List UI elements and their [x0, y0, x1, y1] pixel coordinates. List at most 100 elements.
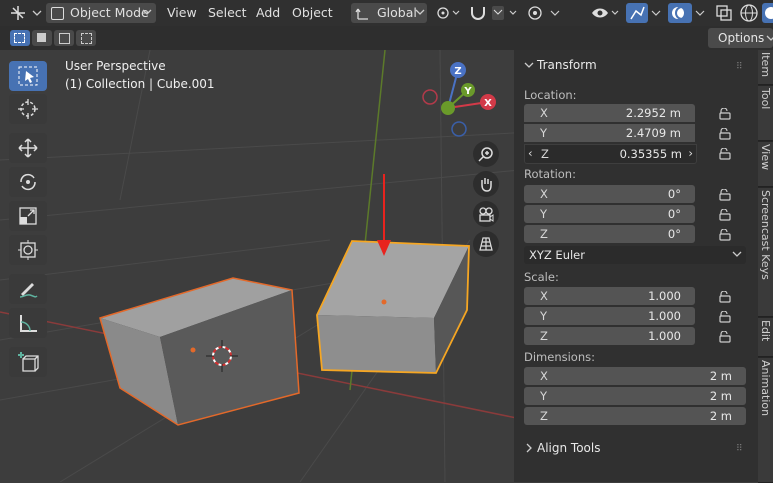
chevron-down-icon[interactable] [524, 60, 534, 70]
tool-move[interactable] [9, 133, 47, 163]
wireframe-sphere-icon [740, 4, 758, 22]
select-subtract-button[interactable] [54, 30, 74, 46]
tab-item[interactable]: Item [758, 50, 773, 85]
overlays-dropdown[interactable] [694, 3, 706, 23]
dimensions-y-field[interactable]: Y2 m [524, 387, 746, 405]
rotation-label: Rotation: [524, 167, 576, 181]
visibility-button[interactable] [590, 3, 624, 23]
tab-animation[interactable]: Animation [758, 358, 773, 483]
editor-type-icon [11, 6, 42, 20]
lock-icon[interactable] [717, 107, 731, 120]
dimensions-z-field[interactable]: Z2 m [524, 407, 746, 425]
gizmo-toggle-button[interactable] [626, 3, 648, 23]
rotation-mode-dropdown[interactable]: XYZ Euler [524, 246, 746, 264]
proportional-editing-button[interactable] [525, 3, 573, 23]
chevron-down-icon [732, 251, 742, 257]
scale-y-field[interactable]: Y 1.000 [524, 307, 695, 325]
tool-add-cube[interactable] [9, 347, 47, 377]
rotation-y-field[interactable]: Y 0° [524, 205, 695, 223]
gizmo-z-label: Z [454, 66, 461, 77]
overlays-toggle-button[interactable] [668, 3, 692, 23]
sidebar-tabs: Item Tool View Screencast Keys Edit Anim… [758, 50, 773, 483]
add-cube-icon [18, 352, 39, 372]
location-x-field[interactable]: X 2.2952 m [524, 104, 695, 122]
view-perspective-label: User Perspective [65, 59, 166, 73]
location-label: Location: [524, 88, 577, 102]
increment-arrow-icon[interactable]: › [688, 146, 693, 160]
camera-view-button[interactable] [473, 201, 499, 227]
gizmo-dropdown[interactable] [650, 3, 662, 23]
tool-rotate[interactable] [9, 167, 47, 197]
overlays-icon [672, 6, 689, 20]
tool-scale[interactable] [9, 201, 47, 231]
tool-annotate[interactable] [9, 274, 47, 304]
rotation-x-field[interactable]: X 0° [524, 185, 695, 203]
menu-object[interactable]: Object [292, 3, 333, 23]
pivot-point-button[interactable] [435, 3, 463, 23]
tool-cursor[interactable] [9, 94, 47, 124]
location-y-field[interactable]: Y 2.4709 m [524, 124, 695, 142]
tool-measure[interactable] [9, 308, 47, 338]
pan-button[interactable] [473, 171, 499, 197]
rotate-icon [20, 173, 36, 191]
editor-type-button[interactable] [6, 3, 42, 23]
lock-icon[interactable] [717, 208, 731, 221]
tab-view[interactable]: View [758, 142, 773, 187]
cube-001-object[interactable] [316, 240, 470, 374]
cursor-icon [18, 99, 38, 119]
select-extend-button[interactable] [32, 30, 52, 46]
options-dropdown[interactable]: Options [708, 28, 773, 48]
lock-icon[interactable] [717, 290, 731, 303]
move-icon [18, 138, 38, 158]
location-z-field[interactable]: ‹ Z 0.35355 m › [524, 144, 697, 164]
shading-wireframe-button[interactable] [738, 3, 760, 23]
xray-toggle-button[interactable] [714, 3, 734, 23]
rotation-z-field[interactable]: Z 0° [524, 225, 695, 243]
sidebar-panel: Transform ⠿ Location: X 2.2952 m Y 2.4709 … [514, 50, 758, 482]
menu-view[interactable]: View [167, 3, 197, 23]
orientation-dropdown[interactable]: Global [351, 3, 427, 23]
decrement-arrow-icon[interactable]: ‹ [528, 146, 533, 160]
menu-select[interactable]: Select [208, 3, 247, 23]
shading-solid-button[interactable] [762, 3, 773, 23]
drag-handle-icon[interactable]: ⠿ [736, 62, 743, 72]
lock-icon[interactable] [717, 127, 731, 140]
tool-transform[interactable] [9, 235, 47, 265]
lock-icon[interactable] [717, 330, 731, 343]
snap-button[interactable] [468, 3, 520, 23]
cube-object[interactable] [99, 277, 300, 426]
scale-z-field[interactable]: Z 1.000 [524, 327, 695, 345]
menu-add[interactable]: Add [256, 3, 280, 23]
tab-tool[interactable]: Tool [758, 86, 773, 141]
tab-edit[interactable]: Edit [758, 318, 773, 357]
chevron-down-icon [415, 9, 425, 15]
scale-icon [19, 207, 37, 225]
active-collection-label: (1) Collection | Cube.001 [65, 77, 215, 91]
zoom-in-icon [478, 147, 493, 162]
mode-dropdown[interactable]: Object Mode [46, 3, 156, 23]
chevron-down-icon [142, 9, 152, 15]
transform-panel-title[interactable]: Transform [537, 58, 597, 72]
dimensions-label: Dimensions: [524, 350, 595, 364]
mode-label: Object Mode [70, 5, 149, 20]
align-tools-panel-title[interactable]: Align Tools [537, 441, 600, 455]
zoom-button[interactable] [473, 141, 499, 167]
lock-icon[interactable] [717, 228, 731, 241]
perspective-toggle-button[interactable] [473, 231, 499, 257]
select-new-button[interactable] [10, 30, 30, 46]
tab-screencast-keys[interactable]: Screencast Keys [758, 188, 773, 317]
lock-icon[interactable] [717, 188, 731, 201]
scale-x-field[interactable]: X 1.000 [524, 287, 695, 305]
select-box-icon [18, 66, 38, 86]
chevron-right-icon[interactable] [524, 443, 534, 453]
dimensions-x-field[interactable]: X2 m [524, 367, 746, 385]
pivot-icon [437, 7, 460, 19]
drag-handle-icon[interactable]: ⠿ [736, 444, 743, 454]
lock-icon[interactable] [717, 310, 731, 323]
select-subtract-icon [59, 33, 70, 44]
lock-icon[interactable] [717, 147, 731, 160]
grid-perspective-icon [479, 237, 493, 251]
tool-select-box[interactable] [9, 61, 47, 91]
gizmo-icon [630, 6, 645, 20]
select-invert-button[interactable] [76, 30, 96, 46]
